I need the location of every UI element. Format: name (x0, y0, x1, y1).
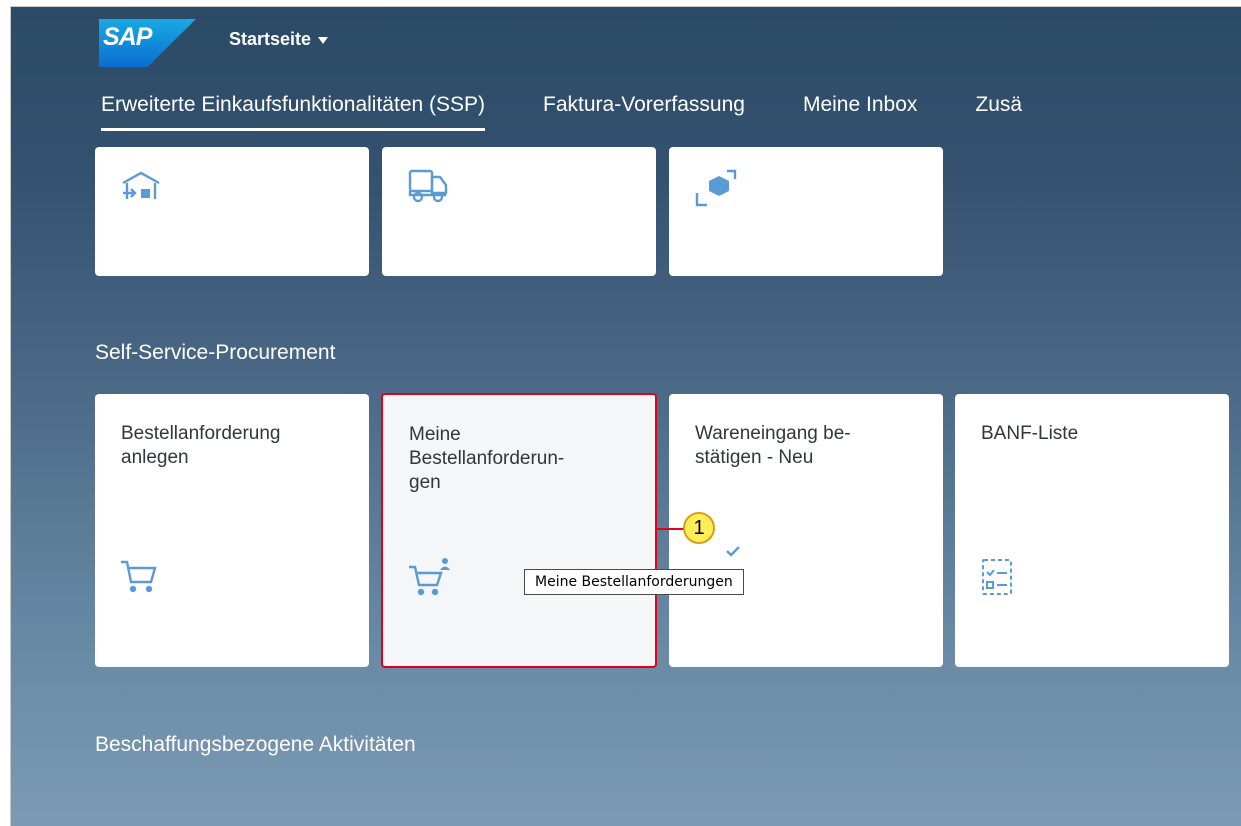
shipping-truck-icon (406, 167, 450, 210)
tab-inbox[interactable]: Meine Inbox (803, 93, 917, 127)
launchpad-frame: SAP Startseite Erweiterte Einkaufsfunkti… (10, 6, 1241, 826)
tile-warehouse[interactable] (95, 147, 369, 276)
sap-logo[interactable]: SAP (99, 19, 196, 67)
sap-logo-text: SAP (103, 23, 152, 51)
caret-down-icon (318, 37, 329, 44)
tile-truck[interactable] (382, 147, 656, 276)
tile-transfer[interactable] (669, 147, 943, 276)
section-title-ssp: Self-Service-Procurement (95, 341, 336, 364)
shell-bar: SAP Startseite (11, 7, 1241, 87)
warehouse-inbound-icon (119, 167, 163, 208)
home-title-label: Startseite (229, 29, 312, 49)
home-title-menu[interactable]: Startseite (229, 29, 329, 50)
tile-title: Bestellanforderung anlegen (121, 423, 281, 468)
callout-marker: 1 (683, 512, 715, 544)
tab-ssp[interactable]: Erweiterte Einkaufsfunktionalitäten (SSP… (101, 93, 486, 131)
section-title-procurement-activities: Beschaffungsbezogene Aktivitäten (95, 733, 416, 756)
tab-zusatz[interactable]: Zusä (975, 93, 1022, 127)
group-tab-bar: Erweiterte Einkaufsfunktionalitäten (SSP… (101, 93, 1080, 131)
tile-title: Meine Bestellanforderun- gen (409, 424, 565, 493)
tile-title: Wareneingang be- stätigen - Neu (695, 423, 851, 468)
tile-banf-list[interactable]: BANF-Liste (955, 394, 1229, 667)
checkmark-icon (725, 544, 741, 562)
tab-faktura[interactable]: Faktura-Vorerfassung (543, 93, 745, 127)
tile-my-requisitions[interactable]: Meine Bestellanforderun- gen (381, 393, 657, 668)
tile-create-requisition[interactable]: Bestellanforderung anlegen (95, 394, 369, 667)
transfer-cubes-icon (693, 167, 739, 216)
tile-title: BANF-Liste (981, 423, 1079, 444)
checklist-icon (979, 556, 1015, 601)
cart-user-icon (407, 557, 455, 602)
callout-connector (656, 528, 686, 530)
cart-icon (119, 556, 159, 601)
tooltip: Meine Bestellanforderungen (524, 569, 744, 595)
